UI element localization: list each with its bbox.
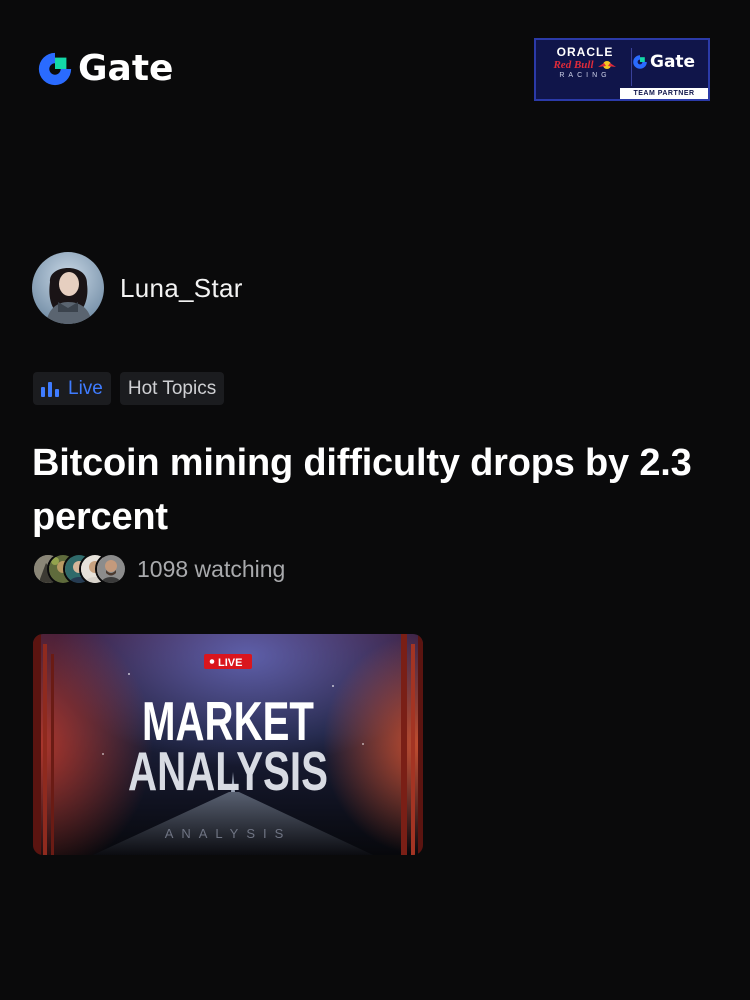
- partner-gate-text: Gate: [650, 52, 696, 72]
- bar-chart-icon: [41, 381, 59, 397]
- post-tags: Live Hot Topics: [33, 372, 225, 405]
- tag-live-label: Live: [68, 377, 103, 399]
- tag-live[interactable]: Live: [33, 372, 111, 405]
- live-badge-text: LIVE: [218, 657, 242, 669]
- gate-logo-text: Gate: [78, 48, 174, 89]
- tag-hot-topics-label: Hot Topics: [127, 377, 217, 399]
- oracle-text: ORACLE: [556, 45, 614, 59]
- author-name[interactable]: Luna_Star: [120, 273, 243, 304]
- user-portrait-icon: [32, 252, 104, 324]
- gate-logo-icon: [633, 55, 647, 69]
- gate-logo-icon: [38, 52, 72, 86]
- thumbnail-subtitle: ANALYSIS: [165, 826, 292, 841]
- team-partner-badge: ORACLE Red Bull RACING Gate TEAM PARTNER: [534, 38, 710, 101]
- live-stream-thumbnail[interactable]: LIVE MARKET ANALYSIS ANALYSIS: [33, 634, 423, 855]
- watching-count: 1098 watching: [137, 555, 286, 582]
- watcher-avatar: [95, 553, 127, 585]
- avatar[interactable]: [32, 252, 104, 324]
- author-row[interactable]: Luna_Star: [32, 252, 243, 324]
- watcher-avatars: [32, 553, 128, 585]
- team-partner-label: TEAM PARTNER: [620, 88, 708, 99]
- partner-gate-logo: Gate: [632, 52, 695, 72]
- post-title[interactable]: Bitcoin mining difficulty drops by 2.3 p…: [32, 436, 722, 544]
- market-analysis-cover: LIVE MARKET ANALYSIS ANALYSIS: [33, 634, 423, 855]
- watchers-row: 1098 watching: [32, 553, 285, 585]
- live-dot: [209, 659, 215, 664]
- gate-logo[interactable]: Gate: [36, 50, 173, 88]
- thumbnail-headline-2: ANALYSIS: [128, 740, 328, 802]
- racing-text: RACING: [559, 72, 611, 79]
- tag-hot-topics[interactable]: Hot Topics: [119, 372, 225, 405]
- redbull-text: Red Bull: [553, 59, 594, 71]
- bulls-icon: [597, 61, 616, 69]
- oracle-redbull-racing-logo: ORACLE Red Bull RACING: [544, 46, 626, 81]
